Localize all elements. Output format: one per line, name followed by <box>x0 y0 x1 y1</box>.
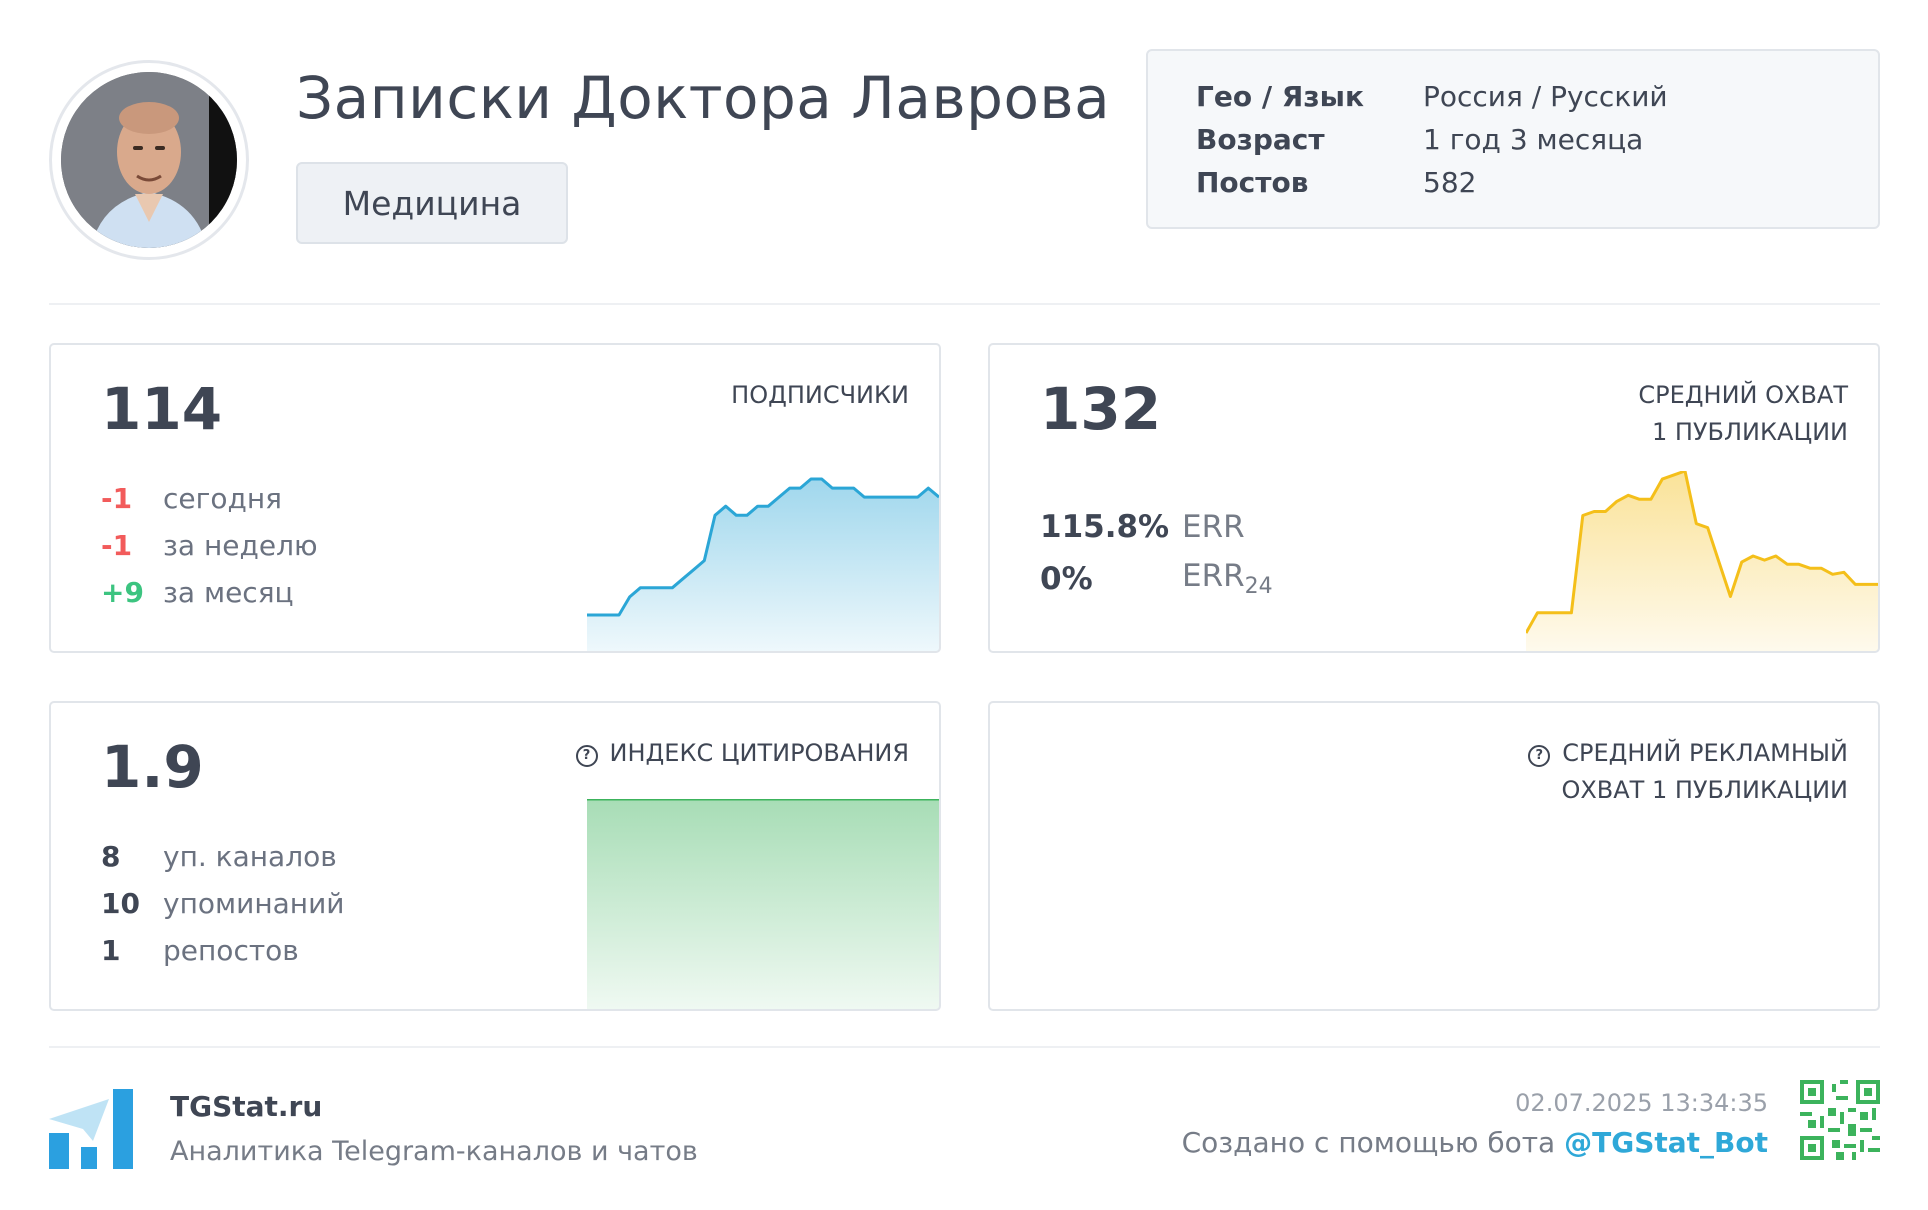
info-value: 582 <box>1423 166 1477 199</box>
qr-code-icon <box>1800 1080 1880 1160</box>
citation-stat-value: 8 <box>101 840 121 873</box>
citation-stats: 8 уп. каналов 10 упоминаний 1 репостов <box>101 833 345 974</box>
info-value: 1 год 3 месяца <box>1423 123 1644 156</box>
channel-info-panel: Гео / Язык Россия / Русский Возраст 1 го… <box>1146 49 1880 229</box>
subscribers-chart <box>587 477 939 651</box>
info-key: Возраст <box>1196 123 1325 156</box>
err24-label: ERR24 <box>1182 558 1273 599</box>
info-value: Россия / Русский <box>1423 80 1668 113</box>
err24-subscript: 24 <box>1244 574 1273 600</box>
citation-label: ? ИНДЕКС ЦИТИРОВАНИЯ <box>575 735 909 772</box>
channel-avatar <box>49 60 249 260</box>
ad-reach-label: ? СРЕДНИЙ РЕКЛАМНЫЙ ОХВАТ 1 ПУБЛИКАЦИИ <box>1528 735 1848 809</box>
citation-chart <box>587 799 939 1009</box>
ad-reach-label-text: СРЕДНИЙ РЕКЛАМНЫЙ ОХВАТ 1 ПУБЛИКАЦИИ <box>1561 739 1848 804</box>
change-value: +9 <box>101 576 144 609</box>
help-icon[interactable]: ? <box>1528 745 1551 767</box>
err-value: 115.8% <box>1040 509 1170 545</box>
created-prefix: Создано с помощью бота <box>1181 1126 1565 1159</box>
avg-reach-card: 132 СРЕДНИЙ ОХВАТ 1 ПУБЛИКАЦИИ 115.8% ER… <box>988 343 1880 653</box>
citation-stat-row: 10 упоминаний <box>101 880 345 927</box>
created-by: Создано с помощью бота @TGStat_Bot <box>1182 1126 1768 1159</box>
change-label: за месяц <box>163 576 294 609</box>
info-key: Гео / Язык <box>1196 80 1364 113</box>
avatar-portrait-image <box>61 72 237 248</box>
change-label: сегодня <box>163 482 282 515</box>
header-divider <box>49 303 1880 305</box>
change-row: -1 сегодня <box>101 475 318 522</box>
brand-tagline: Аналитика Telegram-каналов и чатов <box>170 1136 698 1167</box>
tgstat-logo-icon <box>49 1089 133 1169</box>
subscribers-label: ПОДПИСЧИКИ <box>731 381 909 409</box>
category-button[interactable]: Медицина <box>296 162 568 244</box>
avg-reach-label: СРЕДНИЙ ОХВАТ 1 ПУБЛИКАЦИИ <box>1638 381 1848 446</box>
subscribers-card: 114 ПОДПИСЧИКИ -1 сегодня -1 за неделю +… <box>49 343 941 653</box>
change-label: за неделю <box>163 529 318 562</box>
change-value: -1 <box>101 529 133 562</box>
citation-stat-label: репостов <box>163 934 299 967</box>
err-label: ERR <box>1182 509 1245 545</box>
info-row-geo: Гео / Язык Россия / Русский <box>1196 75 1878 118</box>
change-value: -1 <box>101 482 133 515</box>
help-icon[interactable]: ? <box>575 745 598 767</box>
avg-reach-chart <box>1526 471 1878 651</box>
info-row-age: Возраст 1 год 3 месяца <box>1196 118 1878 161</box>
citation-series-area <box>587 799 939 1009</box>
subscribers-count: 114 <box>101 375 223 443</box>
brand-name[interactable]: TGStat.ru <box>170 1090 322 1123</box>
subscribers-changes: -1 сегодня -1 за неделю +9 за месяц <box>101 475 318 616</box>
err24-row: 0% ERR24 <box>1040 553 1273 605</box>
citation-stat-label: уп. каналов <box>163 840 337 873</box>
generated-date: 02.07.2025 13:34:35 <box>1515 1089 1768 1117</box>
citation-stat-label: упоминаний <box>163 887 345 920</box>
citation-stat-row: 1 репостов <box>101 927 345 974</box>
info-row-posts: Постов 582 <box>1196 161 1878 204</box>
citation-card: 1.9 ? ИНДЕКС ЦИТИРОВАНИЯ 8 уп. каналов 10… <box>49 701 941 1011</box>
ad-reach-card: ? СРЕДНИЙ РЕКЛАМНЫЙ ОХВАТ 1 ПУБЛИКАЦИИ <box>988 701 1880 1011</box>
bot-link[interactable]: @TGStat_Bot <box>1564 1126 1768 1159</box>
change-row: -1 за неделю <box>101 522 318 569</box>
citation-stat-row: 8 уп. каналов <box>101 833 345 880</box>
err-row: 115.8% ERR <box>1040 501 1273 553</box>
avg-reach-value: 132 <box>1040 375 1162 443</box>
citation-label-text: ИНДЕКС ЦИТИРОВАНИЯ <box>609 739 909 767</box>
citation-stat-value: 10 <box>101 887 140 920</box>
avatar-photo <box>61 72 237 248</box>
citation-stat-value: 1 <box>101 934 121 967</box>
footer-divider <box>49 1046 1880 1048</box>
err24-value: 0% <box>1040 561 1093 597</box>
info-key: Постов <box>1196 166 1309 199</box>
citation-index-value: 1.9 <box>101 733 204 801</box>
channel-title: Записки Доктора Лаврова <box>296 64 1111 132</box>
change-row: +9 за месяц <box>101 569 318 616</box>
err-list: 115.8% ERR 0% ERR24 <box>1040 501 1273 605</box>
err24-label-text: ERR <box>1182 558 1245 595</box>
